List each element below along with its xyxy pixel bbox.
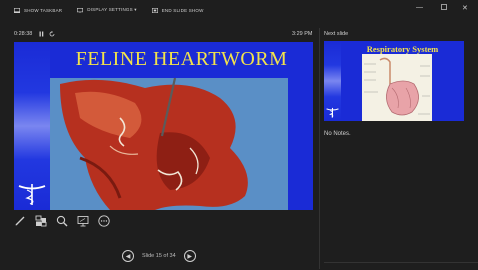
- speaker-notes[interactable]: No Notes.: [324, 131, 351, 137]
- end-slide-show-label: END SLIDE SHOW: [161, 7, 204, 13]
- slide-decoration-bar: [14, 42, 50, 210]
- slide-tools: [14, 214, 119, 227]
- zoom-icon[interactable]: [56, 214, 68, 227]
- slide-counter[interactable]: Slide 15 of 34: [142, 253, 176, 259]
- presenter-toolbar: SHOW TASKBAR DISPLAY SETTINGS ▾ END SLID…: [0, 0, 478, 20]
- slide-title: FELINE HEARTWORM: [75, 48, 288, 70]
- next-slide-decoration-bar: [324, 41, 341, 121]
- next-slide-title: Respiratory System: [366, 44, 439, 54]
- taskbar-icon: [14, 7, 21, 13]
- chevron-left-icon: ◀: [125, 253, 131, 260]
- show-taskbar-label: SHOW TASKBAR: [24, 7, 63, 13]
- slide-navigation: ◀ Slide 15 of 34 ▶: [122, 250, 196, 262]
- display-settings-label: DISPLAY SETTINGS ▾: [87, 7, 137, 12]
- close-icon[interactable]: ✕: [462, 4, 468, 12]
- slides-grid-icon[interactable]: [35, 214, 47, 227]
- respiratory-diagram: [362, 54, 432, 121]
- previous-slide-button[interactable]: ◀: [122, 250, 134, 262]
- display-icon: [77, 7, 84, 13]
- current-slide[interactable]: FELINE HEARTWORM: [14, 42, 313, 210]
- end-slide-show-button[interactable]: END SLIDE SHOW: [151, 7, 204, 13]
- pen-icon[interactable]: [14, 214, 26, 226]
- restore-icon[interactable]: [441, 4, 447, 12]
- elapsed-timer: 0:28:38: [14, 31, 33, 37]
- clock-time: 3:29 PM: [292, 31, 313, 37]
- end-show-icon: [151, 7, 158, 13]
- heartworm-photo: [50, 78, 288, 210]
- pause-timer-icon[interactable]: [39, 31, 44, 39]
- next-slide-label: Next slide: [324, 31, 349, 37]
- next-slide-preview[interactable]: Respiratory System: [324, 41, 464, 121]
- more-icon[interactable]: [98, 214, 110, 227]
- screen-icon[interactable]: [77, 214, 89, 227]
- chevron-right-icon: ▶: [187, 253, 192, 260]
- minimize-icon[interactable]: —: [416, 4, 423, 11]
- caduceus-logo-icon: [18, 184, 46, 205]
- panel-divider[interactable]: [319, 28, 320, 269]
- next-caduceus-logo-icon: [326, 107, 339, 118]
- next-slide-button[interactable]: ▶: [183, 250, 196, 262]
- show-taskbar-button[interactable]: SHOW TASKBAR: [14, 8, 62, 13]
- reset-timer-icon[interactable]: [49, 31, 55, 39]
- display-settings-button[interactable]: DISPLAY SETTINGS ▾: [77, 7, 137, 13]
